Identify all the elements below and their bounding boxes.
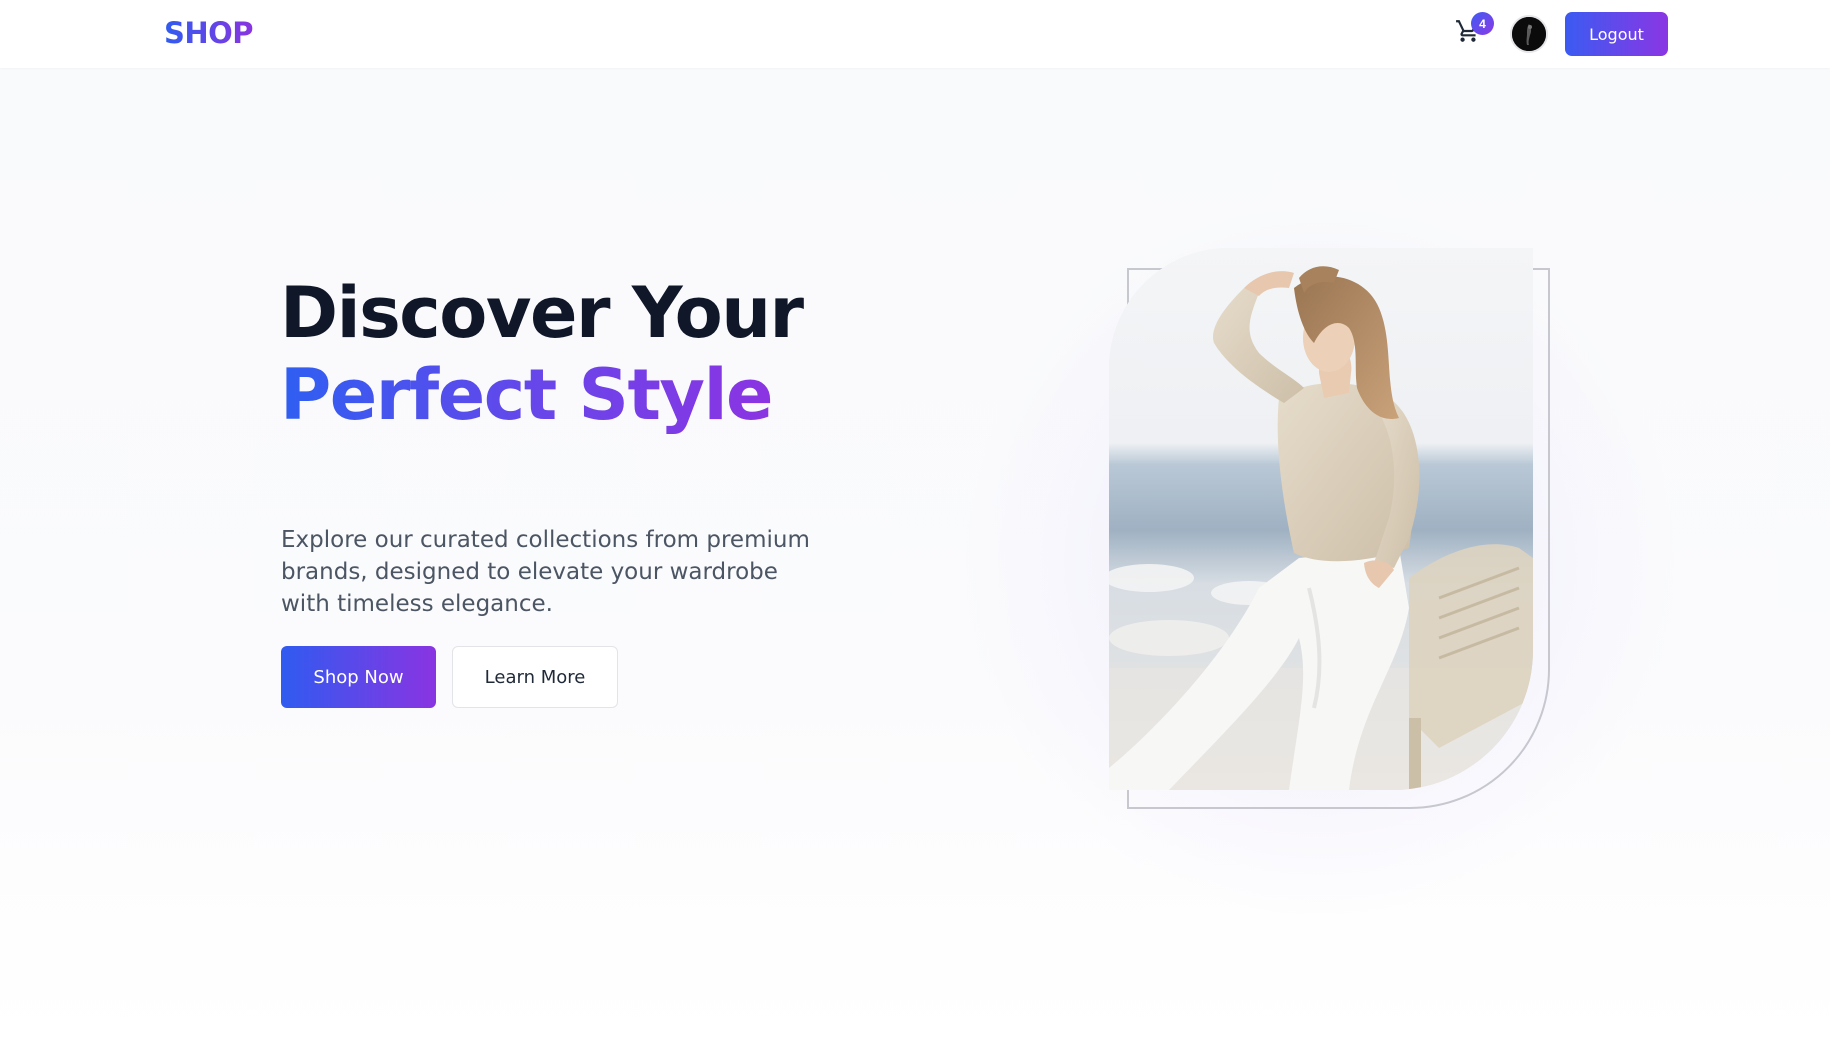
model-photo (1109, 248, 1533, 790)
hero-headline: Discover Your Perfect Style (280, 272, 804, 436)
headline-line-2: Perfect Style (280, 354, 774, 436)
cart-count-badge: 4 (1471, 12, 1494, 35)
top-navbar: SHOP 4 Logout (0, 0, 1830, 68)
shop-logo[interactable]: SHOP (164, 16, 254, 50)
hero-model-image (1109, 248, 1533, 790)
headline-line-1: Discover Your (280, 272, 804, 354)
shop-now-button[interactable]: Shop Now (281, 646, 436, 708)
cart-button[interactable]: 4 (1454, 12, 1494, 48)
logout-button[interactable]: Logout (1565, 12, 1668, 56)
hero-subtitle: Explore our curated collections from pre… (281, 527, 810, 617)
avatar-image (1512, 17, 1546, 51)
learn-more-button[interactable]: Learn More (452, 646, 618, 708)
avatar[interactable] (1510, 15, 1548, 53)
